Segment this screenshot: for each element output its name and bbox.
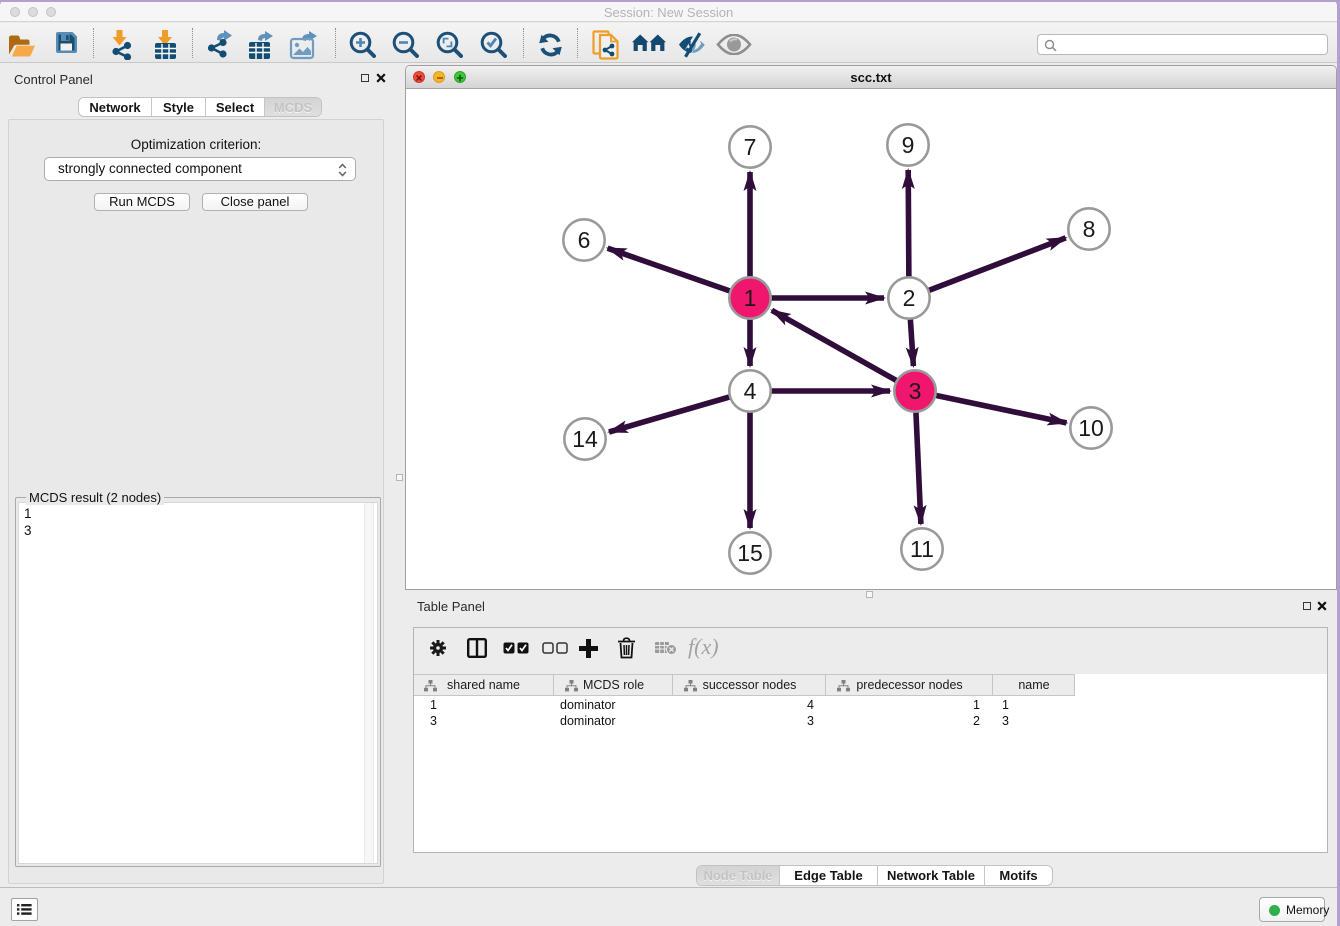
svg-text:9: 9 [902, 132, 915, 158]
svg-text:11: 11 [910, 536, 934, 562]
svg-text:1: 1 [744, 285, 757, 311]
svg-text:2: 2 [903, 285, 916, 311]
svg-text:3: 3 [909, 378, 922, 404]
svg-text:8: 8 [1083, 216, 1096, 242]
svg-text:6: 6 [578, 227, 591, 253]
svg-text:7: 7 [744, 134, 757, 160]
svg-text:10: 10 [1078, 415, 1104, 441]
svg-text:4: 4 [744, 378, 757, 404]
svg-text:14: 14 [572, 426, 598, 452]
svg-text:15: 15 [737, 540, 763, 566]
